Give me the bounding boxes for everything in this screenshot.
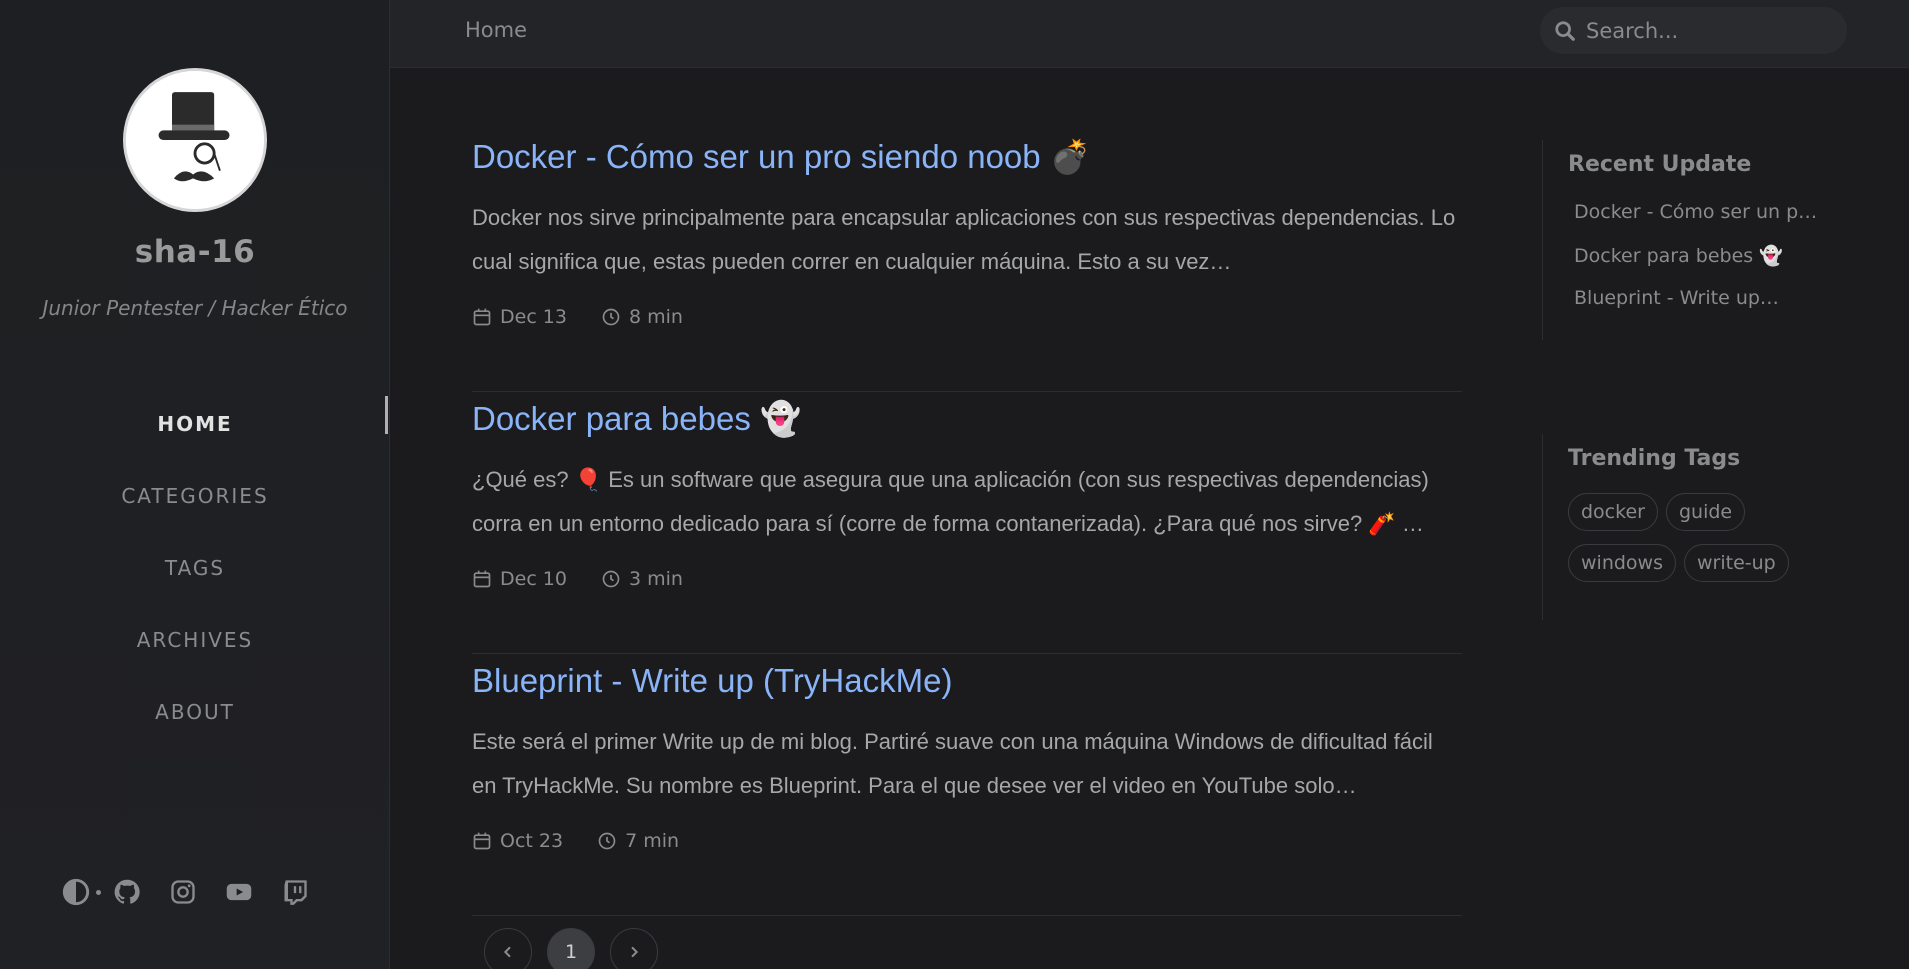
post-item: Docker para bebes 👻 ¿Qué es? 🎈 Es un sof…	[472, 392, 1462, 654]
post-title[interactable]: Blueprint - Write up (TryHackMe)	[472, 662, 952, 700]
chevron-right-icon	[631, 946, 639, 958]
post-excerpt: Este será el primer Write up de mi blog.…	[472, 729, 1433, 798]
recent-update-item[interactable]: Docker para bebes 👻	[1568, 244, 1818, 287]
nav-item-archives[interactable]: ARCHIVES	[0, 604, 390, 676]
trending-tags-panel: Trending Tags docker guide windows write…	[1542, 434, 1798, 620]
tag-chip-guide[interactable]: guide	[1665, 493, 1746, 531]
post-read-time: 7 min	[625, 830, 680, 852]
recent-update-item[interactable]: Docker - Cómo ser un pro…	[1568, 201, 1818, 244]
recent-update-item[interactable]: Blueprint - Write up…	[1568, 287, 1818, 330]
page-number-button[interactable]: 1	[547, 928, 595, 969]
post-date-block: Dec 10	[472, 568, 567, 590]
post-read-time: 8 min	[628, 306, 683, 328]
sidebar-bottom-links	[60, 876, 335, 908]
site-subtitle: Junior Pentester / Hacker Ético	[42, 296, 348, 320]
separator-dot	[96, 889, 101, 895]
calendar-icon	[473, 308, 491, 326]
next-page-button[interactable]	[610, 928, 658, 969]
post-date: Dec 13	[500, 306, 567, 328]
post-readtime-block: 3 min	[601, 568, 683, 590]
avatar[interactable]	[123, 68, 267, 212]
calendar-icon	[473, 832, 491, 850]
instagram-icon[interactable]	[167, 876, 199, 908]
site-title[interactable]: sha-16	[0, 234, 390, 270]
post-item: Docker - Cómo ser un pro siendo noob 💣 D…	[472, 130, 1462, 392]
tag-chip-write-up[interactable]: write-up	[1683, 544, 1789, 582]
tag-chip-windows[interactable]: windows	[1568, 544, 1676, 582]
github-icon[interactable]	[111, 876, 143, 908]
theme-toggle-icon[interactable]	[60, 876, 92, 908]
post-meta: Dec 10 3 min	[472, 568, 717, 590]
search-input[interactable]	[1586, 18, 1826, 43]
post-date: Oct 23	[500, 830, 564, 852]
clock-icon	[598, 832, 616, 850]
post-date-block: Oct 23	[472, 830, 563, 852]
recent-update-panel: Recent Update Docker - Cómo ser un pro… …	[1542, 140, 1818, 340]
chevron-left-icon	[503, 946, 511, 958]
trending-tags-heading: Trending Tags	[1568, 446, 1741, 471]
post-readtime-block: 8 min	[601, 306, 683, 328]
search-box[interactable]	[1540, 7, 1847, 54]
youtube-icon[interactable]	[223, 876, 255, 908]
post-item: Blueprint - Write up (TryHackMe) Este se…	[472, 654, 1462, 916]
sidebar: sha-16 Junior Pentester / Hacker Ético H…	[0, 0, 390, 969]
post-meta: Oct 23 7 min	[472, 830, 713, 852]
nav-item-home[interactable]: HOME	[0, 388, 390, 460]
post-date-block: Dec 13	[472, 306, 567, 328]
nav-item-categories[interactable]: CATEGORIES	[0, 460, 390, 532]
clock-icon	[602, 308, 620, 326]
topbar: Home	[390, 0, 1909, 68]
gentleman-avatar-icon	[126, 71, 264, 209]
tag-list: docker guide windows write-up	[1568, 493, 1798, 595]
post-meta: Dec 13 8 min	[472, 306, 717, 328]
pagination: 1	[484, 928, 673, 969]
search-icon	[1555, 20, 1575, 41]
post-excerpt: ¿Qué es? 🎈 Es un software que asegura qu…	[472, 467, 1429, 536]
nav-item-tags[interactable]: TAGS	[0, 532, 390, 604]
post-date: Dec 10	[500, 568, 567, 590]
recent-update-heading: Recent Update	[1568, 152, 1752, 177]
sidebar-nav: HOME CATEGORIES TAGS ARCHIVES ABOUT	[0, 388, 390, 748]
prev-page-button[interactable]	[484, 928, 532, 969]
recent-update-list: Docker - Cómo ser un pro… Docker para be…	[1568, 201, 1818, 330]
calendar-icon	[473, 570, 491, 588]
twitch-icon[interactable]	[279, 876, 311, 908]
post-read-time: 3 min	[628, 568, 683, 590]
breadcrumb[interactable]: Home	[465, 18, 527, 42]
post-excerpt: Docker nos sirve principalmente para enc…	[472, 205, 1456, 274]
tag-chip-docker[interactable]: docker	[1568, 493, 1658, 531]
post-readtime-block: 7 min	[597, 830, 679, 852]
nav-item-about[interactable]: ABOUT	[0, 676, 390, 748]
post-title[interactable]: Docker - Cómo ser un pro siendo noob 💣	[472, 138, 1091, 177]
clock-icon	[602, 570, 620, 588]
post-title[interactable]: Docker para bebes 👻	[472, 400, 801, 439]
post-list: Docker - Cómo ser un pro siendo noob 💣 D…	[472, 130, 1462, 916]
